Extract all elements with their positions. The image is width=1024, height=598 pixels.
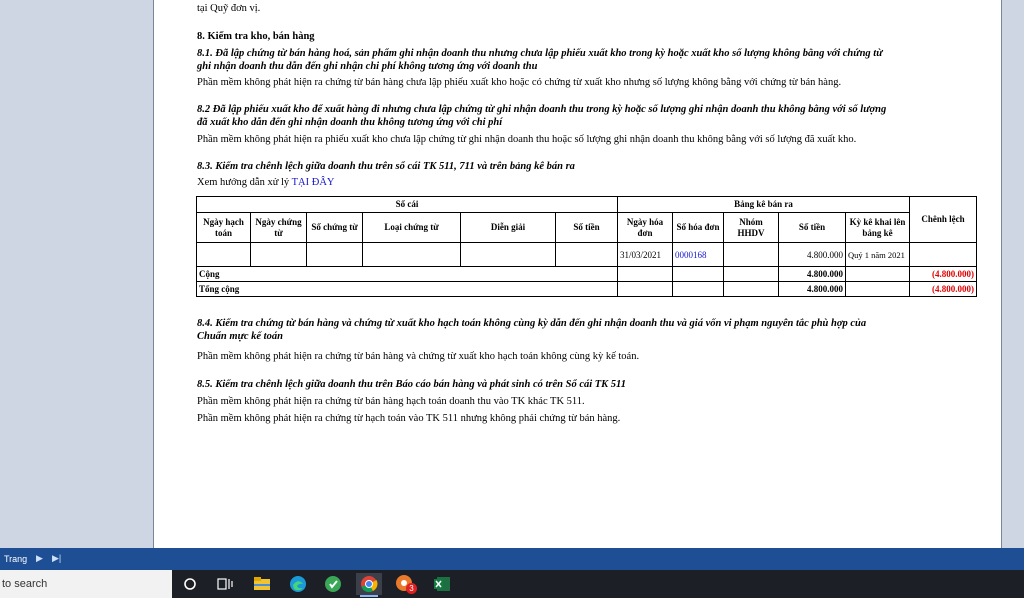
tong-cong-chenh-lech: (4.800.000)	[909, 281, 977, 297]
col-ngay-hoa-don: Ngày hóa đơn	[617, 212, 673, 243]
notification-badge: 3	[406, 583, 417, 594]
tong-cong-label: Tổng cộng	[196, 281, 618, 297]
section-8-2-title-line2: đã xuất kho dẫn đến ghi nhận doanh thu k…	[197, 117, 503, 128]
col-ngay-chung-tu: Ngày chứng từ	[250, 212, 307, 243]
col-nhom-hhdv: Nhóm HHDV	[723, 212, 779, 243]
tai-day-link[interactable]: TẠI ĐÂY	[292, 177, 335, 188]
chrome-notification-icon[interactable]: 3	[392, 573, 418, 595]
col-so-hoa-don: Số hóa đơn	[672, 212, 724, 243]
col-ngay-hach-toan: Ngày hạch toán	[196, 212, 251, 243]
invoice-number-link[interactable]: 0000168	[672, 242, 724, 267]
cong-row: Cộng 4.800.000 (4.800.000)	[196, 266, 977, 282]
section-8-1-text: Phần mềm không phát hiện ra chứng từ bán…	[197, 77, 842, 88]
tong-cong-so-tien: 4.800.000	[778, 281, 846, 297]
section-8-2-title-line1: 8.2 Đã lập phiếu xuất kho để xuất hàng đ…	[197, 104, 887, 115]
section-8-3-title: 8.3. Kiểm tra chênh lệch giữa doanh thu …	[197, 161, 575, 172]
task-view-icon[interactable]	[212, 573, 238, 595]
group-so-cai: Sổ cái	[196, 196, 618, 213]
section-8-3-hint: Xem hướng dẫn xử lý TẠI ĐÂY	[197, 177, 335, 188]
taskbar-search-box[interactable]: to search	[0, 570, 172, 598]
table-row: 31/03/2021 0000168 4.800.000 Quý 1 năm 2…	[196, 242, 977, 267]
file-explorer-icon[interactable]	[249, 573, 275, 595]
search-placeholder: to search	[2, 578, 48, 590]
coccoc-browser-icon[interactable]	[320, 573, 346, 595]
chrome-browser-icon[interactable]	[356, 573, 382, 597]
section-8-4-text: Phần mềm không phát hiện ra chứng từ bán…	[197, 351, 640, 362]
section-8-2-text: Phần mềm không phát hiện ra phiếu xuất k…	[197, 134, 857, 145]
last-page-icon[interactable]: ▶|	[52, 553, 61, 564]
cell-ky-ke-khai: Quý 1 năm 2021	[845, 242, 910, 267]
col-so-tien-bang-ke: Số tiền	[778, 212, 846, 243]
section-8-1-title-line2: ghi nhận doanh thu dẫn đến ghi nhận chi …	[197, 61, 538, 72]
document-viewer[interactable]: tại Quỹ đơn vị. 8. Kiểm tra kho, bán hàn…	[0, 0, 1024, 548]
tong-cong-row: Tổng cộng 4.800.000 (4.800.000)	[196, 281, 977, 297]
col-dien-giai: Diễn giải	[460, 212, 556, 243]
hint-prefix: Xem hướng dẫn xử lý	[197, 177, 290, 188]
cong-chenh-lech: (4.800.000)	[909, 266, 977, 282]
group-bang-ke-ban-ra: Bảng kê bán ra	[617, 196, 910, 213]
col-loai-chung-tu: Loại chứng từ	[362, 212, 461, 243]
previous-line: tại Quỹ đơn vị.	[197, 3, 261, 14]
page-label: Trang	[4, 554, 28, 564]
section-8-5-text1: Phần mềm không phát hiện ra chứng từ bán…	[197, 396, 585, 407]
col-so-tien: Số tiền	[555, 212, 618, 243]
next-page-icon[interactable]: ▶	[36, 553, 43, 564]
section-8-5-text2: Phần mềm không phát hiện ra chứng từ hạc…	[197, 413, 621, 424]
section-8-5-title: 8.5. Kiểm tra chênh lệch giữa doanh thu …	[197, 379, 626, 390]
section-8-title: 8. Kiểm tra kho, bán hàng	[197, 31, 315, 42]
cortana-icon[interactable]	[177, 573, 203, 595]
col-chenh-lech: Chênh lệch	[909, 196, 977, 243]
revenue-comparison-table: Sổ cái Bảng kê bán ra Chênh lệch Ngày hạ…	[196, 196, 977, 297]
cell-so-tien: 4.800.000	[778, 242, 846, 267]
viewer-statusbar: Trang ▶ ▶|	[0, 548, 1024, 570]
edge-browser-icon[interactable]	[285, 573, 311, 595]
cell-ngay-hoa-don: 31/03/2021	[617, 242, 673, 267]
windows-taskbar: to search 3	[0, 570, 1024, 598]
col-ky-ke-khai: Kỳ kê khai lên bảng kê	[845, 212, 910, 243]
excel-icon[interactable]	[429, 573, 455, 595]
report-page: tại Quỹ đơn vị. 8. Kiểm tra kho, bán hàn…	[153, 0, 1002, 548]
section-8-4-title-line2: Chuẩn mực kế toán	[197, 331, 283, 342]
cong-so-tien: 4.800.000	[778, 266, 846, 282]
col-so-chung-tu: Số chứng từ	[306, 212, 363, 243]
section-8-1-title-line1: 8.1. Đã lập chứng từ bán hàng hoá, sản p…	[197, 48, 883, 59]
section-8-4-title-line1: 8.4. Kiểm tra chứng từ bán hàng và chứng…	[197, 318, 867, 329]
cong-label: Cộng	[196, 266, 618, 282]
